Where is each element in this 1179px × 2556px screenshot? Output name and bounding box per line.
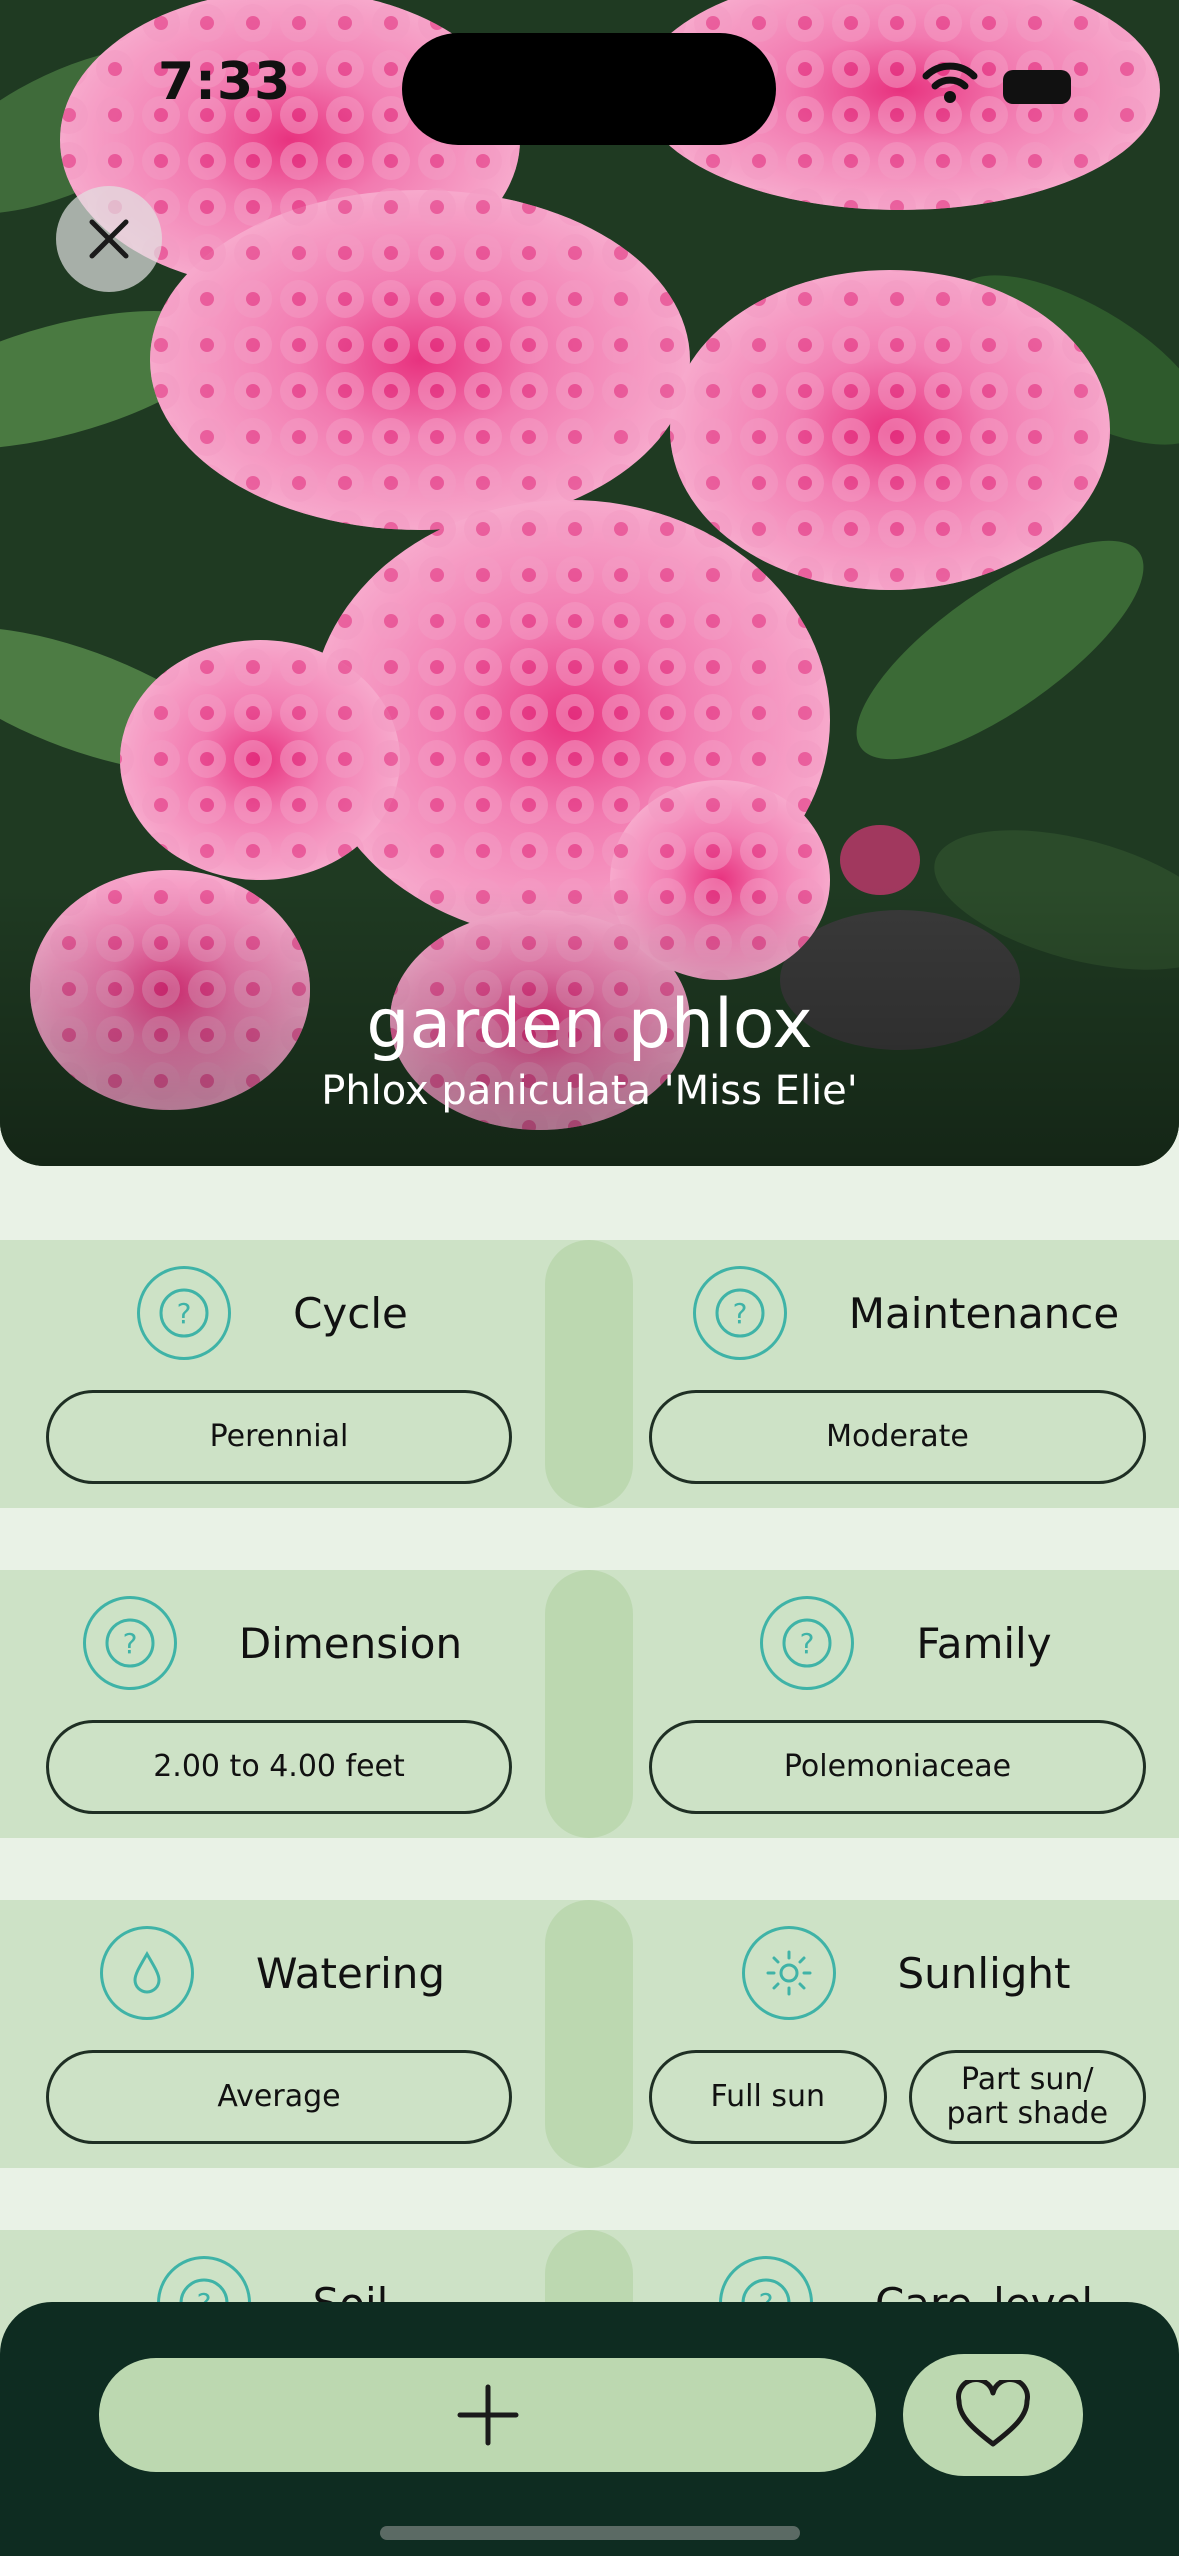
cell-title: Family: [916, 1618, 1052, 1668]
help-button[interactable]: [741, 1926, 836, 2020]
battery-icon: [1003, 70, 1071, 104]
help-button[interactable]: [99, 1926, 194, 2020]
question-icon: ?: [782, 1618, 832, 1668]
cell-title: Watering: [255, 1948, 446, 1998]
info-cell-dimension: ? Dimension 2.00 to 4.00 feet: [0, 1570, 545, 1838]
cell-title: Dimension: [238, 1618, 463, 1668]
favorite-button[interactable]: [903, 2354, 1083, 2476]
value-pill: 2.00 to 4.00 feet: [46, 1720, 512, 1814]
info-row-watering-sunlight: Watering Average Sunlight Full sun Part …: [0, 1900, 1179, 2168]
info-row-dimension-family: ? Dimension 2.00 to 4.00 feet ? Family P…: [0, 1570, 1179, 1838]
value-pill: Perennial: [46, 1390, 512, 1484]
info-cell-watering: Watering Average: [0, 1900, 545, 2168]
cell-title: Sunlight: [897, 1948, 1071, 1998]
add-plant-button[interactable]: [99, 2358, 876, 2472]
row-divider: [545, 1900, 633, 2168]
status-time: 7:33: [158, 52, 292, 112]
close-icon: [89, 219, 129, 259]
cell-title: Maintenance: [848, 1288, 1120, 1338]
sun-icon: [766, 1950, 811, 1996]
row-divider: [545, 1570, 633, 1838]
heart-icon: [956, 2380, 1030, 2447]
value-pill: Part sun/ part shade: [908, 2050, 1146, 2144]
svg-text:?: ?: [800, 1627, 815, 1660]
svg-text:?: ?: [177, 1297, 192, 1330]
dynamic-island: [402, 33, 776, 145]
question-icon: ?: [715, 1288, 765, 1338]
help-button[interactable]: ?: [760, 1596, 855, 1690]
water-drop-icon: [133, 1951, 161, 1994]
wifi-icon: [922, 62, 978, 103]
help-button[interactable]: ?: [82, 1596, 177, 1690]
plus-icon: [457, 2384, 518, 2446]
question-icon: ?: [105, 1618, 155, 1668]
info-row-cycle-maintenance: ? Cycle Perennial ? Maintenance Moderate: [0, 1240, 1179, 1508]
info-cell-family: ? Family Polemoniaceae: [633, 1570, 1179, 1838]
info-cell-maintenance: ? Maintenance Moderate: [633, 1240, 1179, 1508]
question-icon: ?: [159, 1288, 209, 1338]
help-button[interactable]: ?: [137, 1266, 232, 1360]
bottom-action-bar: [0, 2302, 1179, 2556]
info-cell-cycle: ? Cycle Perennial: [0, 1240, 545, 1508]
plant-scientific-name: Phlox paniculata 'Miss Elie': [321, 1068, 858, 1114]
home-indicator[interactable]: [380, 2526, 800, 2540]
cell-title: Cycle: [293, 1288, 408, 1338]
value-pill: Polemoniaceae: [649, 1720, 1146, 1814]
help-button[interactable]: ?: [692, 1266, 787, 1360]
value-pill: Moderate: [649, 1390, 1146, 1484]
close-button[interactable]: [56, 186, 162, 292]
plant-hero-image: 7:33 garden phlox Phlox paniculata 'Miss…: [0, 0, 1179, 1166]
value-pill: Full sun: [649, 2050, 887, 2144]
svg-text:?: ?: [122, 1627, 137, 1660]
info-cell-sunlight: Sunlight Full sun Part sun/ part shade: [633, 1900, 1179, 2168]
svg-text:?: ?: [732, 1297, 747, 1330]
plant-common-name: garden phlox: [366, 985, 813, 1064]
row-divider: [545, 1240, 633, 1508]
value-pill: Average: [46, 2050, 512, 2144]
